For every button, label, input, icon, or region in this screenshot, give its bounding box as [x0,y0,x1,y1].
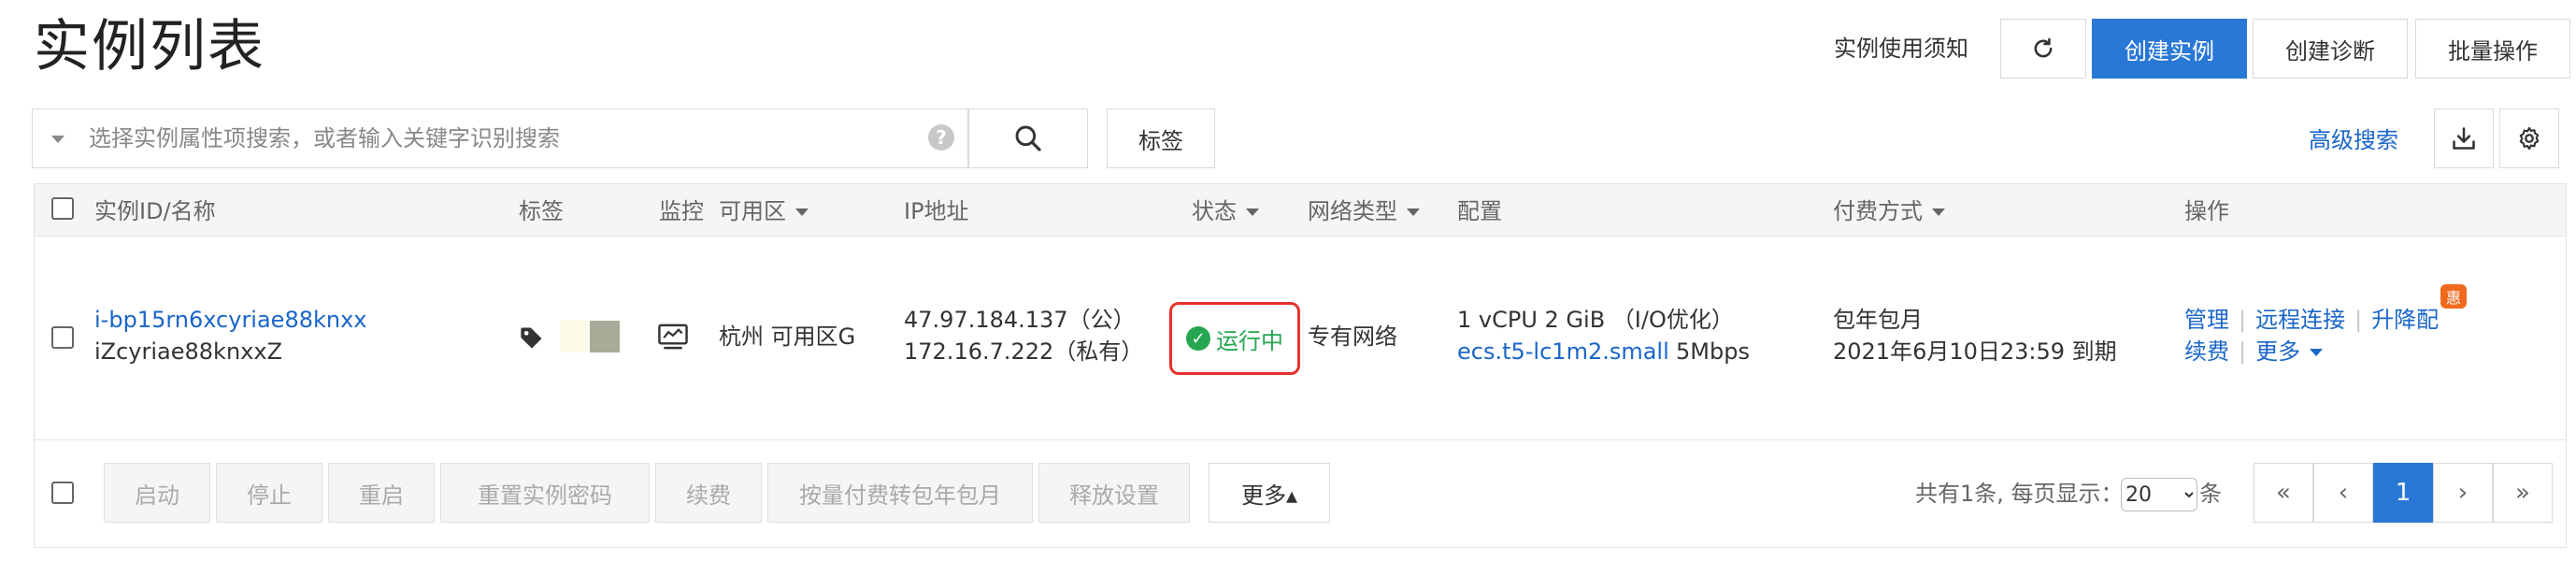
zone: 杭州 可用区G [719,324,856,350]
page-title: 实例列表 [34,14,265,79]
create-instance-button[interactable]: 创建实例 [2092,19,2247,79]
col-tags: 标签 [519,198,564,224]
row-checkbox[interactable] [51,326,74,349]
download-button[interactable] [2434,108,2494,168]
caret-down-icon [1246,209,1259,216]
network-type: 专有网络 [1308,324,1397,350]
tag-filter-button[interactable]: 标签 [1107,108,1215,168]
status-badge: ✓ 运行中 [1169,302,1300,375]
col-network-filter[interactable]: 网络类型 [1308,197,1420,225]
action-separator: | [2354,307,2363,333]
caret-down-icon[interactable] [2310,349,2324,356]
settings-button[interactable] [2499,108,2559,168]
renew-button[interactable]: 续费 [655,463,762,523]
instance-table: 实例ID/名称 标签 监控 可用区 IP地址 状态 网络类型 配置 付费方式 操… [34,183,2567,548]
tag-icon[interactable] [519,324,545,351]
download-icon [2453,127,2475,150]
reset-password-button[interactable]: 重置实例密码 [440,463,650,523]
table-footer: 启动 停止 重启 重置实例密码 续费 按量付费转包年包月 释放设置 更多▴ 共有… [35,440,2566,547]
config-spec: 1 vCPU 2 GiB （I/O优化） [1457,307,1734,333]
col-status-label: 状态 [1192,198,1237,224]
col-network-label: 网络类型 [1308,198,1397,224]
search-icon [1015,125,1041,151]
check-circle-icon: ✓ [1186,326,1210,351]
advanced-search-link[interactable]: 高级搜索 [2309,123,2398,157]
refresh-icon [2034,37,2053,58]
bandwidth: 5Mbps [1676,338,1750,365]
tag-color-swatch [560,321,588,352]
upgrade-link[interactable]: 升降配 [2371,307,2439,333]
next-page-button[interactable]: › [2433,463,2493,523]
more-actions-link[interactable]: 更多 [2255,338,2300,365]
col-billing-filter[interactable]: 付费方式 [1833,197,1945,225]
refresh-button[interactable] [2000,19,2086,79]
page-1-button[interactable]: 1 [2373,463,2433,523]
col-zone-filter[interactable]: 可用区 [719,197,809,225]
caret-down-icon[interactable] [51,136,64,143]
total-count-text: 共有1条, 每页显示： [1915,481,2124,507]
page-size-unit: 条 [2199,481,2222,507]
col-monitor: 监控 [659,198,704,224]
private-ip: 172.16.7.222（私有） [904,338,1144,365]
manage-link[interactable]: 管理 [2184,307,2229,333]
last-page-button[interactable]: » [2493,463,2553,523]
remote-connect-link[interactable]: 远程连接 [2255,307,2345,333]
status-text: 运行中 [1216,327,1283,354]
select-all-checkbox[interactable] [51,197,74,220]
col-ip: IP地址 [904,198,969,224]
convert-billing-button[interactable]: 按量付费转包年包月 [767,463,1033,523]
col-status-filter[interactable]: 状态 [1192,197,1259,225]
settings-icon [2519,126,2540,151]
footer-select-all-checkbox[interactable] [51,482,74,504]
more-button[interactable]: 更多▴ [1209,463,1330,523]
page-size-select[interactable]: 20 [2121,478,2197,511]
restart-button[interactable]: 重启 [328,463,435,523]
instance-notice-link[interactable]: 实例使用须知 [1834,32,1968,65]
table-header: 实例ID/名称 标签 监控 可用区 IP地址 状态 网络类型 配置 付费方式 操… [35,184,2566,237]
tag-color-swatch [590,321,620,352]
actions-line-1: 管理 | 远程连接 | 升降配 [2184,304,2439,336]
search-input[interactable] [89,119,911,158]
instance-id-link[interactable]: i-bp15rn6xcyriae88knxx [94,304,367,336]
actions-line-2: 续费 | 更多 [2184,336,2324,367]
action-separator: | [2239,338,2247,365]
instance-name: iZcyriae88knxxZ [94,338,283,365]
caret-down-icon [1407,209,1420,216]
release-settings-button[interactable]: 释放设置 [1038,463,1190,523]
start-button[interactable]: 启动 [104,463,210,523]
col-id-name: 实例ID/名称 [94,198,216,224]
stop-button[interactable]: 停止 [216,463,322,523]
public-ip: 47.97.184.137（公） [904,307,1136,333]
col-actions: 操作 [2184,198,2229,224]
renew-link[interactable]: 续费 [2184,338,2229,365]
discount-badge: 惠 [2440,284,2467,309]
table-row: i-bp15rn6xcyriae88knxx iZcyriae88knxxZ 杭… [35,237,2566,440]
caret-down-icon [795,209,809,216]
search-box: ? [32,108,968,168]
batch-operation-button[interactable]: 批量操作 [2415,19,2570,79]
col-config: 配置 [1457,198,1502,224]
caret-down-icon [1932,209,1945,216]
instance-type-link[interactable]: ecs.t5-lc1m2.small [1457,336,1669,367]
monitor-icon[interactable] [657,323,689,351]
expire-date: 2021年6月10日23:59 到期 [1833,338,2117,365]
help-icon[interactable]: ? [928,124,954,151]
first-page-button[interactable]: « [2254,463,2313,523]
action-separator: | [2239,307,2247,333]
search-button[interactable] [968,108,1088,168]
create-diagnosis-button[interactable]: 创建诊断 [2253,19,2408,79]
col-zone-label: 可用区 [719,198,786,224]
prev-page-button[interactable]: ‹ [2313,463,2373,523]
col-billing-label: 付费方式 [1833,198,1923,224]
billing-type: 包年包月 [1833,307,1923,333]
